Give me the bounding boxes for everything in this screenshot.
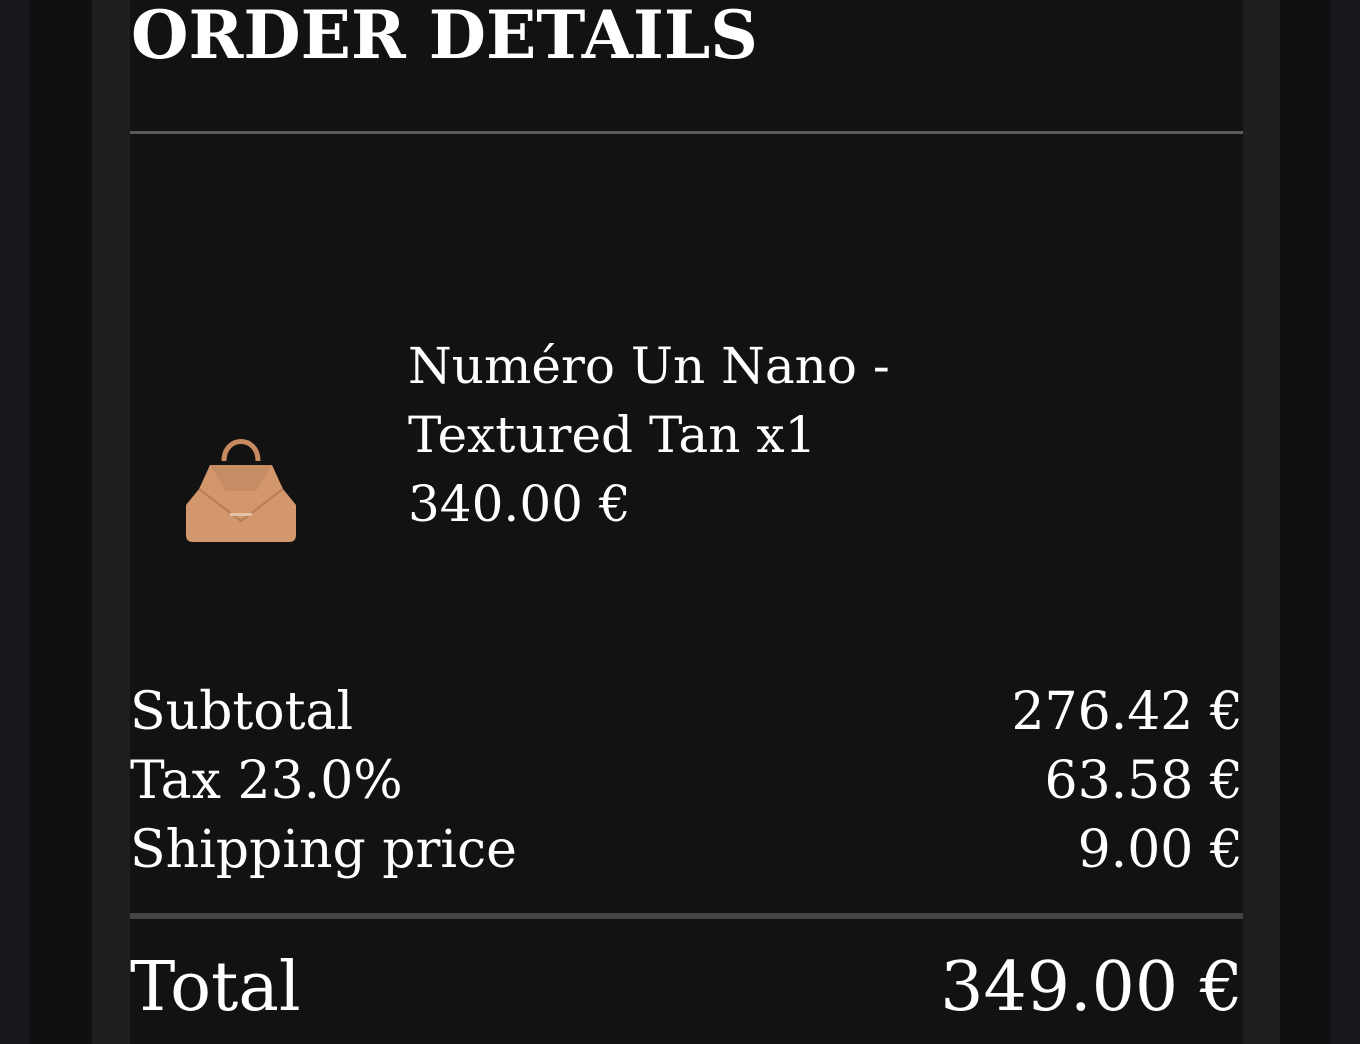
tax-row: Tax 23.0% 63.58 € — [130, 751, 1243, 811]
product-name: Numéro Un Nano - Textured Tan x1 — [408, 337, 890, 464]
product-price: 340.00 € — [408, 475, 631, 533]
tax-label: Tax 23.0% — [130, 751, 403, 811]
total-value: 349.00 € — [940, 948, 1243, 1027]
subtotal-value: 276.42 € — [1011, 682, 1243, 742]
shipping-value: 9.00 € — [1077, 820, 1243, 880]
shipping-row: Shipping price 9.00 € — [130, 820, 1243, 880]
total-row: Total 349.00 € — [130, 950, 1243, 1026]
shipping-label: Shipping price — [130, 820, 517, 880]
total-divider — [130, 913, 1243, 919]
subtotal-label: Subtotal — [130, 682, 354, 742]
total-label: Total — [130, 948, 301, 1027]
product-image — [180, 425, 302, 547]
subtotal-row: Subtotal 276.42 € — [130, 682, 1243, 742]
page-title: ORDER DETAILS — [131, 0, 758, 74]
title-divider — [130, 131, 1243, 134]
handbag-icon — [186, 439, 296, 542]
tax-value: 63.58 € — [1044, 751, 1243, 811]
product-info: Numéro Un Nano - Textured Tan x1 340.00 … — [408, 332, 1108, 539]
